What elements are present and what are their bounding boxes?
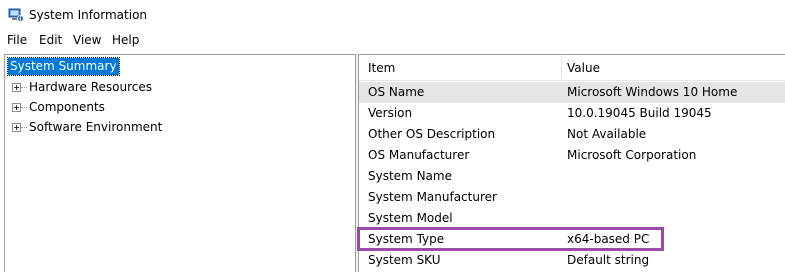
tree-item-hardware-resources[interactable]: Hardware Resources	[5, 79, 355, 97]
tree-item-system-summary[interactable]: System Summary	[7, 57, 120, 76]
tree-connector	[21, 107, 27, 108]
column-header-item[interactable]: Item	[368, 61, 395, 75]
row-value: Not Available	[567, 127, 647, 141]
tree-connector	[21, 87, 27, 88]
menu-help[interactable]: Help	[112, 33, 139, 47]
list-row-os-manufacturer[interactable]: OS Manufacturer Microsoft Corporation	[359, 145, 785, 166]
row-value: Default string	[567, 253, 650, 267]
window-title: System Information	[29, 8, 148, 22]
menu-file[interactable]: File	[7, 33, 27, 47]
menu-edit[interactable]: Edit	[39, 33, 62, 47]
row-item: System Manufacturer	[368, 190, 497, 204]
title-bar: System Information	[0, 0, 785, 30]
row-value: Microsoft Windows 10 Home	[567, 85, 738, 99]
system-type-highlight-box	[357, 227, 664, 251]
column-header-value[interactable]: Value	[567, 61, 600, 75]
tree-connector	[21, 127, 27, 128]
expand-plus-icon[interactable]	[12, 83, 21, 92]
list-header: Item Value	[359, 55, 785, 81]
tree-item-label: Hardware Resources	[29, 80, 153, 94]
row-item: Other OS Description	[368, 127, 496, 141]
row-item: System SKU	[368, 253, 441, 267]
expand-plus-icon[interactable]	[12, 123, 21, 132]
list-row-version[interactable]: Version 10.0.19045 Build 19045	[359, 103, 785, 124]
list-row-os-name[interactable]: OS Name Microsoft Windows 10 Home	[359, 82, 785, 103]
row-value: Microsoft Corporation	[567, 148, 697, 162]
list-row-other-os-description[interactable]: Other OS Description Not Available	[359, 124, 785, 145]
tree-item-components[interactable]: Components	[5, 99, 355, 117]
tree-item-label: Software Environment	[29, 120, 163, 134]
column-divider[interactable]	[561, 55, 562, 81]
row-value: 10.0.19045 Build 19045	[567, 106, 712, 120]
system-information-icon	[8, 8, 24, 22]
list-row-system-model[interactable]: System Model	[359, 208, 785, 229]
menu-view[interactable]: View	[73, 33, 101, 47]
menu-bar: File Edit View Help	[0, 30, 785, 50]
row-item: OS Name	[368, 85, 425, 99]
expand-plus-icon[interactable]	[12, 103, 21, 112]
list-row-system-name[interactable]: System Name	[359, 166, 785, 187]
row-item: System Model	[368, 211, 453, 225]
tree-item-label: Components	[29, 100, 105, 114]
category-tree[interactable]: System Summary Hardware Resources Compon…	[4, 54, 356, 272]
row-item: OS Manufacturer	[368, 148, 470, 162]
list-row-system-manufacturer[interactable]: System Manufacturer	[359, 187, 785, 208]
row-item: Version	[368, 106, 413, 120]
list-row-system-sku[interactable]: System SKU Default string	[359, 250, 785, 271]
row-item: System Name	[368, 169, 452, 183]
tree-item-software-environment[interactable]: Software Environment	[5, 119, 355, 137]
system-information-window: System Information File Edit View Help S…	[0, 0, 785, 272]
